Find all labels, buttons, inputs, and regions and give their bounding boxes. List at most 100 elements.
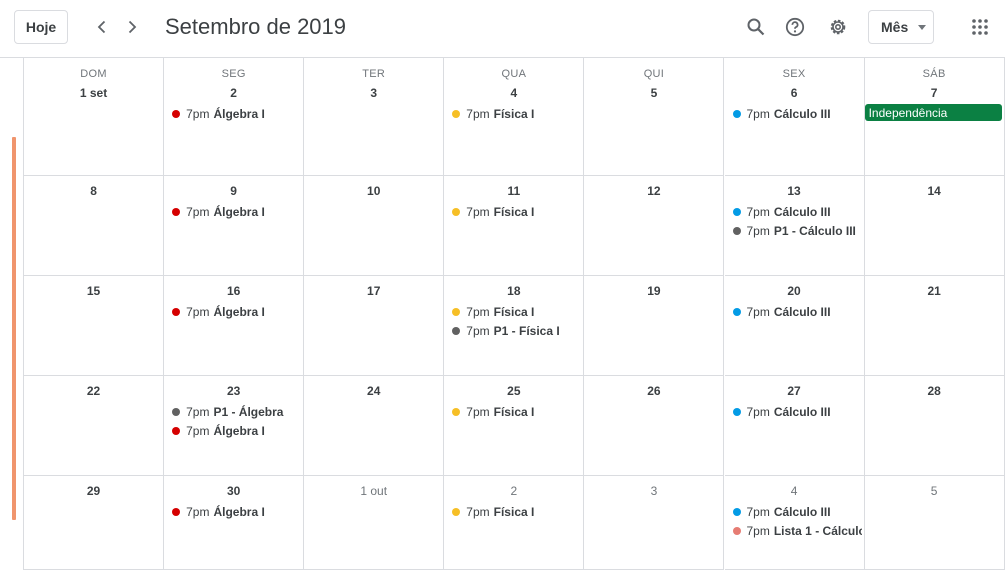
- day-cell[interactable]: TER 3: [304, 58, 445, 176]
- day-number[interactable]: 5: [865, 484, 1004, 498]
- day-number[interactable]: 21: [865, 284, 1004, 298]
- day-cell[interactable]: QUI 5: [584, 58, 725, 176]
- day-cell[interactable]: SÁB 7 Independência: [864, 58, 1005, 176]
- search-button[interactable]: [743, 14, 769, 40]
- day-number[interactable]: 6: [725, 86, 864, 100]
- event-title: Álgebra I: [213, 504, 265, 519]
- day-cell[interactable]: 4 7pm Cálculo III 7pm Lista 1 - Cálculo: [724, 476, 865, 570]
- all-day-event-chip[interactable]: Independência: [864, 104, 1002, 121]
- day-cell[interactable]: 21: [864, 276, 1005, 376]
- day-cell[interactable]: 2 7pm Física I: [444, 476, 585, 570]
- event-item[interactable]: 7pm P1 - Cálculo III: [729, 221, 862, 240]
- event-item[interactable]: 7pm Cálculo III: [729, 302, 862, 321]
- day-cell[interactable]: SEG 2 7pm Álgebra I: [164, 58, 305, 176]
- day-number[interactable]: 22: [24, 384, 163, 398]
- event-color-dot: [172, 407, 181, 416]
- day-number[interactable]: 14: [865, 184, 1004, 198]
- day-number[interactable]: 9: [164, 184, 303, 198]
- event-item[interactable]: 7pm Física I: [448, 202, 581, 221]
- event-item[interactable]: 7pm Álgebra I: [168, 104, 301, 123]
- day-cell[interactable]: 10: [304, 176, 445, 276]
- day-number[interactable]: 30: [164, 484, 303, 498]
- event-item[interactable]: 7pm Álgebra I: [168, 502, 301, 521]
- day-number[interactable]: 23: [164, 384, 303, 398]
- day-cell[interactable]: 1 out: [304, 476, 445, 570]
- day-number[interactable]: 26: [584, 384, 723, 398]
- day-cell[interactable]: 9 7pm Álgebra I: [164, 176, 305, 276]
- day-number[interactable]: 18: [444, 284, 583, 298]
- event-item[interactable]: 7pm Álgebra I: [168, 421, 301, 440]
- day-number[interactable]: 16: [164, 284, 303, 298]
- day-number[interactable]: 11: [444, 184, 583, 198]
- day-cell[interactable]: 22: [24, 376, 165, 476]
- day-number[interactable]: 5: [584, 86, 723, 100]
- day-number[interactable]: 4: [444, 86, 583, 100]
- event-item[interactable]: 7pm Física I: [448, 502, 581, 521]
- day-cell[interactable]: 28: [864, 376, 1005, 476]
- day-cell[interactable]: 24: [304, 376, 445, 476]
- day-cell[interactable]: 15: [24, 276, 165, 376]
- day-cell[interactable]: 19: [584, 276, 725, 376]
- day-cell[interactable]: QUA 4 7pm Física I: [444, 58, 585, 176]
- day-number[interactable]: 24: [304, 384, 443, 398]
- day-cell[interactable]: 16 7pm Álgebra I: [164, 276, 305, 376]
- day-number[interactable]: 3: [584, 484, 723, 498]
- day-number[interactable]: 19: [584, 284, 723, 298]
- day-number[interactable]: 4: [725, 484, 864, 498]
- day-number[interactable]: 27: [725, 384, 864, 398]
- day-cell[interactable]: 11 7pm Física I: [444, 176, 585, 276]
- event-item[interactable]: 7pm Álgebra I: [168, 202, 301, 221]
- day-number[interactable]: 7: [865, 86, 1004, 100]
- day-number[interactable]: 15: [24, 284, 163, 298]
- help-button[interactable]: [782, 14, 808, 40]
- day-cell[interactable]: 30 7pm Álgebra I: [164, 476, 305, 570]
- event-item[interactable]: 7pm Cálculo III: [729, 502, 862, 521]
- day-cell[interactable]: 29: [24, 476, 165, 570]
- day-cell[interactable]: 18 7pm Física I 7pm P1 - Física I: [444, 276, 585, 376]
- day-number[interactable]: 20: [725, 284, 864, 298]
- day-cell[interactable]: SEX 6 7pm Cálculo III: [724, 58, 865, 176]
- event-item[interactable]: 7pm Cálculo III: [729, 104, 862, 123]
- day-cell[interactable]: DOM 1 set: [24, 58, 165, 176]
- day-number[interactable]: 3: [304, 86, 443, 100]
- event-item[interactable]: 7pm P1 - Álgebra: [168, 402, 301, 421]
- next-month-button[interactable]: [119, 14, 145, 40]
- day-cell[interactable]: 8: [24, 176, 165, 276]
- event-item[interactable]: 7pm Lista 1 - Cálculo: [729, 521, 862, 540]
- day-cell[interactable]: 13 7pm Cálculo III 7pm P1 - Cálculo III: [724, 176, 865, 276]
- event-item[interactable]: 7pm Física I: [448, 402, 581, 421]
- settings-button[interactable]: [825, 14, 851, 40]
- day-cell[interactable]: 20 7pm Cálculo III: [724, 276, 865, 376]
- day-cell[interactable]: 26: [584, 376, 725, 476]
- day-cell[interactable]: 5: [864, 476, 1005, 570]
- event-item[interactable]: 7pm Física I: [448, 302, 581, 321]
- day-number[interactable]: 8: [24, 184, 163, 198]
- day-number[interactable]: 1 set: [24, 86, 163, 100]
- previous-month-button[interactable]: [89, 14, 115, 40]
- day-cell[interactable]: 23 7pm P1 - Álgebra 7pm Álgebra I: [164, 376, 305, 476]
- today-button[interactable]: Hoje: [14, 10, 68, 44]
- day-cell[interactable]: 12: [584, 176, 725, 276]
- day-number[interactable]: 12: [584, 184, 723, 198]
- event-item[interactable]: 7pm Álgebra I: [168, 302, 301, 321]
- day-cell[interactable]: 27 7pm Cálculo III: [724, 376, 865, 476]
- day-number[interactable]: 2: [164, 86, 303, 100]
- apps-button[interactable]: [967, 14, 993, 40]
- day-number[interactable]: 29: [24, 484, 163, 498]
- event-item[interactable]: 7pm Cálculo III: [729, 402, 862, 421]
- day-cell[interactable]: 14: [864, 176, 1005, 276]
- day-number[interactable]: 13: [725, 184, 864, 198]
- day-number[interactable]: 2: [444, 484, 583, 498]
- day-cell[interactable]: 3: [584, 476, 725, 570]
- day-cell[interactable]: 17: [304, 276, 445, 376]
- day-cell[interactable]: 25 7pm Física I: [444, 376, 585, 476]
- day-number[interactable]: 1 out: [304, 484, 443, 498]
- event-item[interactable]: 7pm Cálculo III: [729, 202, 862, 221]
- day-number[interactable]: 17: [304, 284, 443, 298]
- view-selector[interactable]: Mês: [868, 10, 934, 44]
- day-number[interactable]: 25: [444, 384, 583, 398]
- day-number[interactable]: 28: [865, 384, 1004, 398]
- event-item[interactable]: 7pm Física I: [448, 104, 581, 123]
- event-item[interactable]: 7pm P1 - Física I: [448, 321, 581, 340]
- day-number[interactable]: 10: [304, 184, 443, 198]
